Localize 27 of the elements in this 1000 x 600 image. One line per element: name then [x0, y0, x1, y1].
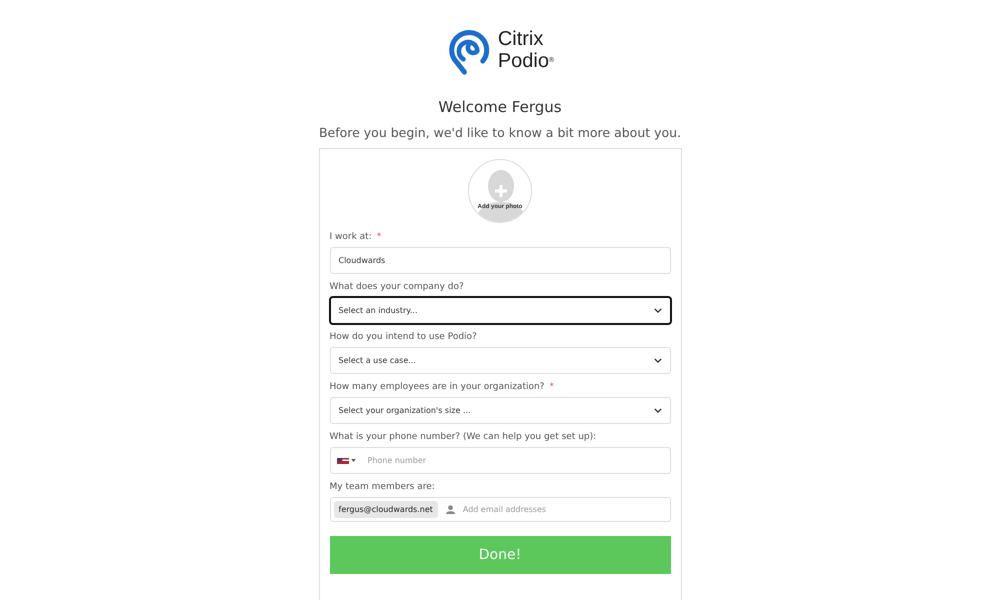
- country-flag-icon[interactable]: [336, 458, 356, 464]
- add-photo-button[interactable]: Add your photo: [468, 159, 532, 223]
- chevron-down-icon: [654, 408, 662, 413]
- chevron-down-icon: [654, 308, 662, 313]
- brand-name: Podio: [498, 50, 549, 72]
- field-label: I work at:: [330, 232, 372, 242]
- field-label: What does your company do?: [330, 282, 464, 292]
- subtitle: Before you begin, we'd like to know a bit more about you.: [318, 125, 682, 140]
- email-input[interactable]: Add email addresses: [462, 505, 666, 514]
- welcome-heading: Welcome Fergus: [438, 98, 562, 116]
- text-field[interactable]: Cloudwards: [330, 247, 670, 274]
- email-tag[interactable]: fergus@cloudwards.net: [334, 501, 438, 518]
- person-icon: [446, 505, 455, 514]
- brand-name: Citrix: [498, 28, 544, 50]
- required-asterisk: *: [376, 232, 382, 242]
- field-label: How many employees are in your organization?: [330, 382, 544, 392]
- phone-number-input[interactable]: Phone number: [368, 456, 662, 465]
- dropdown[interactable]: Select a use case...: [330, 347, 670, 374]
- field-label: What is your phone number? (We can help you get set up):: [330, 432, 596, 442]
- dropdown[interactable]: Select an industry...: [330, 297, 670, 324]
- phone-field[interactable]: Phone number: [330, 447, 670, 474]
- field-label: My team members are:: [330, 482, 435, 492]
- email-tags-field[interactable]: fergus@cloudwards.net Add email addresses: [330, 497, 670, 522]
- field-label: How do you intend to use Podio?: [330, 332, 477, 342]
- dropdown[interactable]: Select your organization's size ...: [330, 397, 670, 424]
- chevron-down-icon: [654, 358, 662, 363]
- required-asterisk: *: [549, 382, 554, 392]
